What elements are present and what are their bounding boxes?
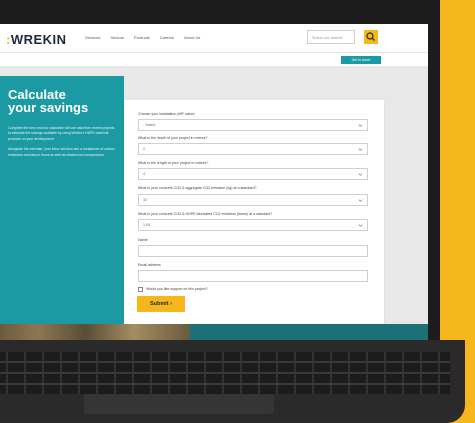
trackpad bbox=[84, 394, 274, 414]
keyboard-rows bbox=[0, 352, 450, 394]
nav-item-services[interactable]: Services bbox=[85, 35, 100, 40]
depth-label: What is the depth of your project in met… bbox=[138, 136, 208, 140]
email-label: Email address bbox=[138, 263, 161, 267]
name-field[interactable] bbox=[138, 245, 368, 257]
panel-title-line-2: your savings bbox=[8, 100, 89, 115]
main-nav: Services Sectors Products Careers About … bbox=[85, 35, 200, 40]
installation-select[interactable]: - Select - bbox=[138, 119, 368, 131]
aggregate-emission-label: What is your concrete CO2 & aggregate CO… bbox=[138, 186, 257, 190]
nav-item-products[interactable]: Products bbox=[134, 35, 150, 40]
laptop-screen: :WREKIN Services Sectors Products Career… bbox=[0, 24, 428, 340]
footer-band bbox=[190, 324, 428, 340]
email-field[interactable] bbox=[138, 270, 368, 282]
chevron-down-icon bbox=[358, 148, 363, 151]
installation-label: Choose your installation (MP value) bbox=[138, 112, 195, 116]
support-checkbox-label: Would you like support on this project? bbox=[146, 287, 208, 291]
length-value: 4 bbox=[143, 172, 145, 176]
installation-value: - Select - bbox=[143, 123, 158, 127]
panel-paragraph-1: Complete the form and our calculator wil… bbox=[8, 126, 115, 141]
length-label: What is the length of your project in me… bbox=[138, 161, 209, 165]
logo-text: WREKIN bbox=[10, 32, 67, 47]
depth-select[interactable]: 2 bbox=[138, 143, 368, 155]
chevron-down-icon bbox=[358, 199, 363, 202]
search-icon bbox=[366, 32, 375, 41]
savings-intro-panel: Calculate your savings Complete the form… bbox=[0, 76, 124, 324]
support-checkbox[interactable] bbox=[138, 287, 143, 292]
laptop-scene: :WREKIN Services Sectors Products Career… bbox=[0, 0, 475, 423]
panel-title: Calculate your savings bbox=[8, 88, 116, 114]
panel-paragraph-2: Alongside the estimate, your inbox will … bbox=[8, 147, 116, 157]
search-input[interactable]: Search our website bbox=[307, 30, 355, 44]
name-label: Name bbox=[138, 238, 148, 242]
hdpe-emission-value: 1.05 bbox=[143, 223, 150, 227]
submit-button[interactable]: Submit › bbox=[137, 296, 185, 312]
nav-item-careers[interactable]: Careers bbox=[160, 35, 174, 40]
get-in-touch-button[interactable]: Get in touch bbox=[341, 56, 381, 64]
site-logo[interactable]: :WREKIN bbox=[6, 32, 67, 47]
hdpe-emission-select[interactable]: 1.05 bbox=[138, 219, 368, 231]
nav-item-about[interactable]: About Us bbox=[184, 35, 200, 40]
savings-form: Choose your installation (MP value) - Se… bbox=[124, 100, 384, 324]
nav-item-sectors[interactable]: Sectors bbox=[110, 35, 124, 40]
length-select[interactable]: 4 bbox=[138, 168, 368, 180]
chevron-down-icon bbox=[358, 173, 363, 176]
site-header: :WREKIN Services Sectors Products Career… bbox=[0, 24, 428, 53]
chevron-down-icon bbox=[358, 224, 363, 227]
hdpe-emission-label: What is your concrete CO2 & HDPE fabrica… bbox=[138, 212, 273, 216]
footer-photo bbox=[0, 324, 190, 340]
aggregate-emission-value: 32 bbox=[143, 198, 147, 202]
search-button[interactable] bbox=[364, 30, 378, 44]
chevron-down-icon bbox=[358, 124, 363, 127]
aggregate-emission-select[interactable]: 32 bbox=[138, 194, 368, 206]
depth-value: 2 bbox=[143, 147, 145, 151]
